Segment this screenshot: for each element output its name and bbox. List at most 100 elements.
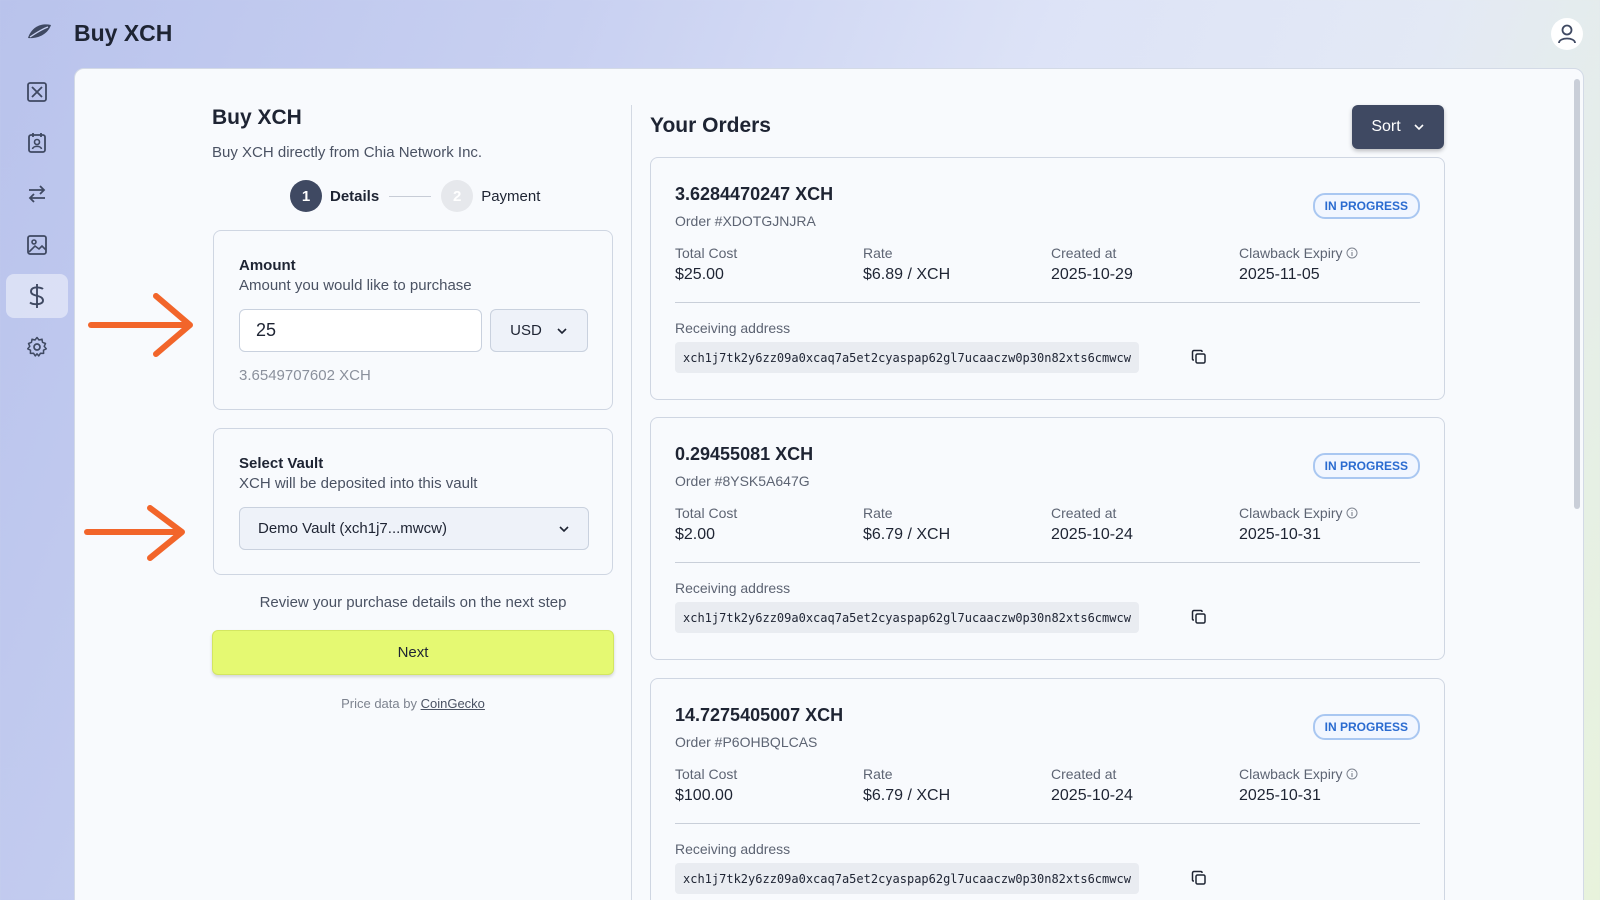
amount-title: Amount (239, 257, 296, 274)
copy-icon[interactable] (1191, 870, 1207, 886)
sidebar-item-buy[interactable] (6, 274, 68, 318)
converted-amount: 3.6549707602 XCH (239, 367, 371, 384)
order-amount: 0.29455081 XCH (675, 444, 814, 464)
step-1-number: 1 (290, 180, 322, 212)
order-card: 14.7275405007 XCH Order #P6OHBQLCAS IN P… (650, 678, 1445, 900)
step-1-label: Details (330, 187, 380, 205)
sidebar-item-tokens[interactable] (6, 70, 68, 114)
order-id: Order #P6OHBQLCAS (675, 734, 818, 750)
coingecko-link[interactable]: CoinGecko (421, 696, 485, 711)
order-id: Order #XDOTGJNJRA (675, 213, 816, 229)
total-cost-label: Total Cost (675, 245, 738, 261)
vault-card: Select Vault XCH will be deposited into … (213, 428, 613, 575)
vault-select[interactable]: Demo Vault (xch1j7...mwcw) (239, 507, 589, 550)
clawback-field: Clawback Expiry 2025-10-31 (1239, 766, 1358, 805)
created-at-label: Created at (1051, 245, 1117, 261)
annotation-arrow-amount-icon (88, 293, 193, 357)
info-icon[interactable] (1346, 507, 1358, 519)
total-cost-label: Total Cost (675, 505, 738, 521)
gear-icon (26, 336, 48, 357)
receiving-address: xch1j7tk2y6zz09a0xcaq7a5et2cyaspap62gl7u… (675, 602, 1139, 633)
step-connector (389, 195, 432, 197)
contacts-icon (28, 133, 46, 153)
stepper: 1 Details 2 Payment (290, 180, 540, 212)
created-at-value: 2025-10-29 (1051, 266, 1133, 283)
currency-select[interactable]: USD (490, 309, 588, 352)
order-divider (675, 823, 1420, 824)
user-avatar[interactable] (1551, 18, 1583, 50)
step-2-number: 2 (441, 180, 474, 212)
receiving-address: xch1j7tk2y6zz09a0xcaq7a5et2cyaspap62gl7u… (675, 863, 1139, 894)
copy-icon[interactable] (1191, 349, 1207, 365)
created-at-field: Created at 2025-10-29 (1051, 245, 1133, 284)
clawback-field: Clawback Expiry 2025-11-05 (1239, 245, 1358, 284)
vault-subtitle: XCH will be deposited into this vault (239, 475, 478, 492)
vault-title: Select Vault (239, 455, 324, 472)
clawback-field: Clawback Expiry 2025-10-31 (1239, 505, 1358, 544)
created-at-label: Created at (1051, 766, 1117, 782)
info-icon[interactable] (1346, 768, 1358, 780)
next-button[interactable]: Next (212, 630, 614, 675)
amount-subtitle: Amount you would like to purchase (239, 277, 472, 294)
currency-value: USD (510, 322, 542, 339)
created-at-field: Created at 2025-10-24 (1051, 505, 1133, 544)
vault-selected-value: Demo Vault (xch1j7...mwcw) (258, 520, 447, 537)
clawback-label: Clawback Expiry (1239, 245, 1343, 261)
rate-label: Rate (863, 766, 893, 782)
order-amount: 14.7275405007 XCH (675, 705, 844, 725)
clawback-label: Clawback Expiry (1239, 505, 1343, 521)
xch-icon (27, 82, 47, 102)
rate-label: Rate (863, 505, 893, 521)
amount-card: Amount Amount you would like to purchase… (213, 230, 613, 410)
order-amount: 3.6284470247 XCH (675, 184, 834, 204)
clawback-label: Clawback Expiry (1239, 766, 1343, 782)
clawback-label-row: Clawback Expiry (1239, 766, 1358, 782)
chevron-down-icon (557, 327, 567, 334)
amount-input[interactable]: 25 (239, 309, 482, 352)
orders-title: Your Orders (650, 114, 771, 137)
rate-value: $6.79 / XCH (863, 787, 951, 804)
sort-button[interactable]: Sort (1352, 105, 1444, 149)
sidebar-item-settings[interactable] (6, 325, 68, 369)
chia-leaf-logo-icon (28, 24, 51, 39)
scrollbar-thumb[interactable] (1574, 79, 1580, 509)
chevron-down-icon (1414, 124, 1424, 131)
copy-icon[interactable] (1191, 609, 1207, 625)
dollar-icon (29, 284, 44, 308)
status-badge: IN PROGRESS (1312, 193, 1420, 219)
created-at-field: Created at 2025-10-24 (1051, 766, 1133, 805)
total-cost-field: Total Cost $100.00 (675, 766, 737, 805)
total-cost-field: Total Cost $2.00 (675, 505, 737, 544)
sidebar-item-contacts[interactable] (6, 121, 68, 165)
receiving-address-label: Receiving address (675, 320, 791, 336)
scrollbar[interactable] (1571, 69, 1583, 900)
receiving-address-label: Receiving address (675, 580, 791, 596)
status-badge: IN PROGRESS (1312, 453, 1420, 479)
price-attribution-prefix: Price data by (341, 696, 417, 711)
sidebar-item-nfts[interactable] (6, 223, 68, 267)
order-divider (675, 302, 1420, 303)
image-icon (27, 235, 47, 255)
chevron-down-icon (559, 525, 569, 532)
created-at-value: 2025-10-24 (1051, 526, 1133, 543)
step-2-label: Payment (481, 187, 541, 205)
created-at-label: Created at (1051, 505, 1117, 521)
order-card: 0.29455081 XCH Order #8YSK5A647G IN PROG… (650, 417, 1445, 660)
sort-label: Sort (1371, 118, 1401, 135)
status-badge: IN PROGRESS (1312, 714, 1420, 740)
created-at-value: 2025-10-24 (1051, 787, 1133, 804)
info-icon[interactable] (1346, 247, 1358, 259)
price-attribution: Price data by CoinGecko (212, 696, 614, 711)
rate-value: $6.79 / XCH (863, 526, 951, 543)
clawback-value: 2025-11-05 (1239, 266, 1320, 283)
annotation-arrow-vault-icon (84, 505, 185, 561)
user-icon (1558, 24, 1576, 44)
clawback-value: 2025-10-31 (1239, 526, 1321, 543)
order-card: 3.6284470247 XCH Order #XDOTGJNJRA IN PR… (650, 157, 1445, 400)
sidebar-item-transfer[interactable] (6, 172, 68, 216)
rate-field: Rate $6.79 / XCH (863, 766, 950, 805)
total-cost-value: $100.00 (675, 787, 733, 804)
total-cost-label: Total Cost (675, 766, 738, 782)
transfer-icon (28, 185, 46, 203)
clawback-label-row: Clawback Expiry (1239, 505, 1358, 521)
